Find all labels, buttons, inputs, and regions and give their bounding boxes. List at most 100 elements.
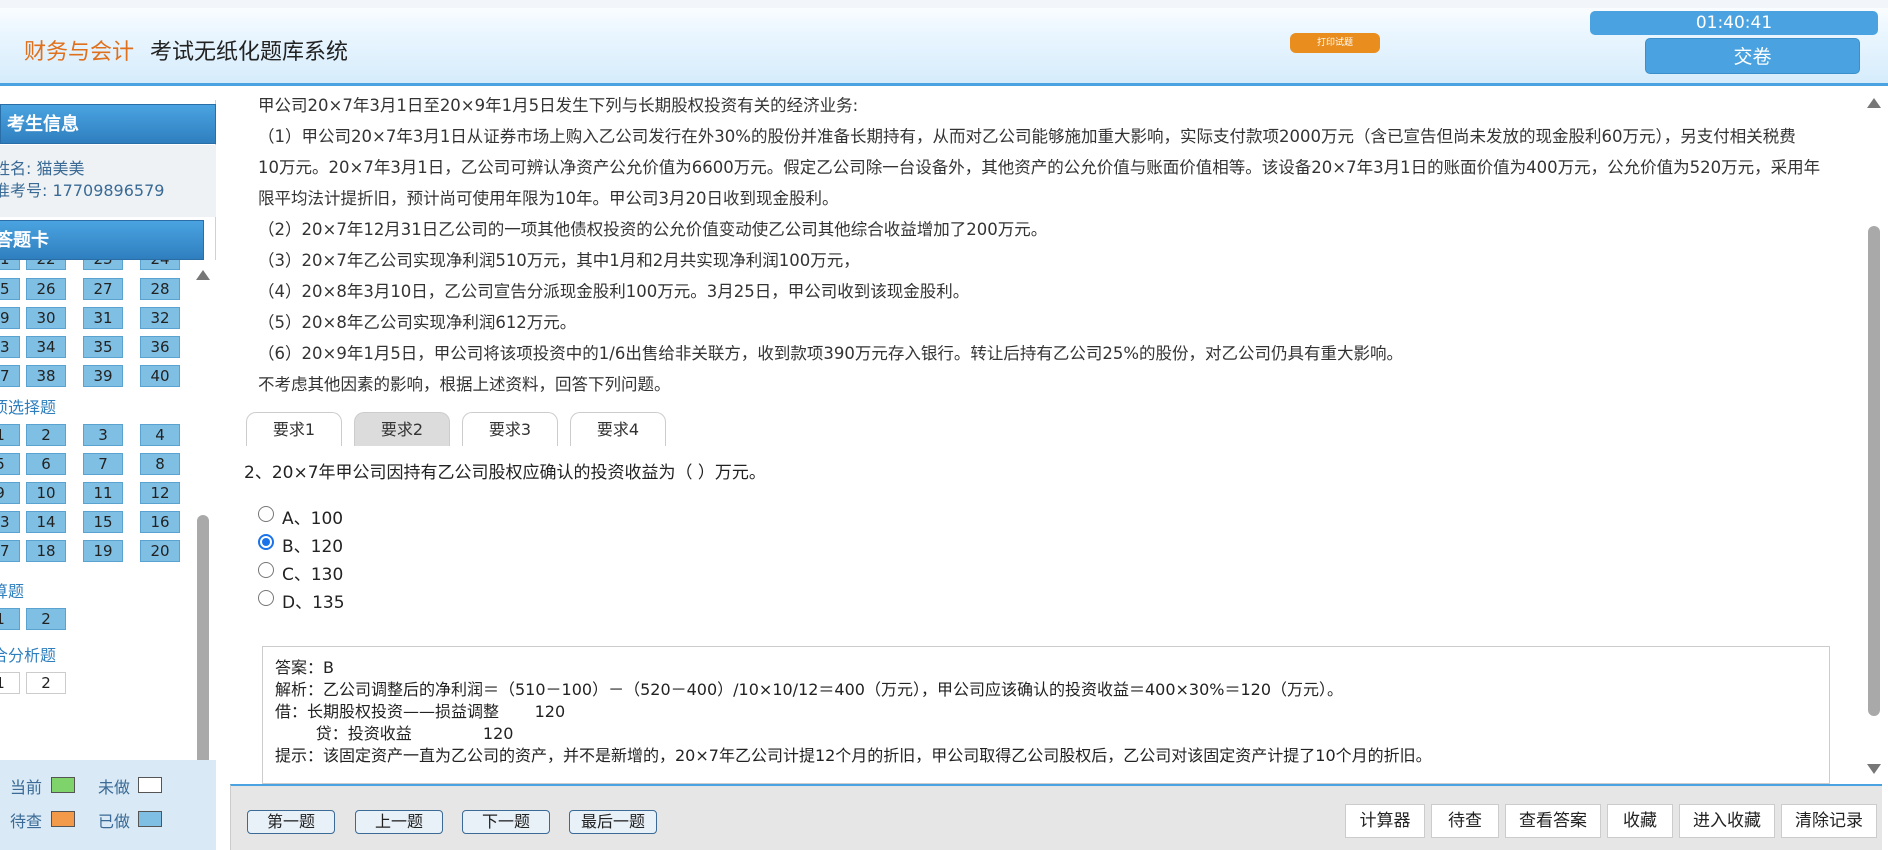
tab-requirement-1[interactable]: 要求1: [246, 412, 342, 446]
answer-card-item[interactable]: 1: [0, 608, 20, 630]
answer-card-item[interactable]: 18: [26, 540, 66, 562]
header-bar: 财务与会计 考试无纸化题库系统 打印试题 01:40:41 交卷: [0, 0, 1888, 86]
main-scroll-down-icon[interactable]: [1867, 764, 1881, 774]
hint-line: 提示：该固定资产一直为乙公司的资产，并不是新增的，20×7年乙公司计提12个月的…: [275, 746, 1432, 765]
answer-card-item[interactable]: 3: [83, 424, 123, 446]
answer-card-item[interactable]: 13: [0, 511, 20, 533]
print-button[interactable]: 打印试题: [1290, 33, 1380, 53]
answer-card-item[interactable]: 6: [26, 453, 66, 475]
answer-card-item[interactable]: 16: [140, 511, 180, 533]
answer-card-item[interactable]: 19: [83, 540, 123, 562]
answer-card-item[interactable]: 25: [0, 278, 20, 300]
stem-line: （3）20×7年乙公司实现净利润510万元，其中1月和2月共实现净利润100万元…: [258, 251, 860, 270]
option-a-radio[interactable]: [258, 506, 274, 522]
stem-line: 10万元。20×7年3月1日，乙公司可辨认净资产公允价值为6600万元。假定乙公…: [258, 158, 1821, 177]
stem-line: （2）20×7年12月31日乙公司的一项其他债权投资的公允价值变动使乙公司其他综…: [258, 220, 1048, 239]
main-scroll-up-icon[interactable]: [1867, 98, 1881, 108]
answer-card-item[interactable]: 39: [83, 365, 123, 387]
stem-line: 限平均法计提折旧，预计尚可使用年限为10年。甲公司3月20日收到现金股利。: [258, 189, 839, 208]
answer-card-item[interactable]: 20: [140, 540, 180, 562]
legend-current-swatch: [51, 777, 75, 793]
answer-card-item[interactable]: 10: [26, 482, 66, 504]
answer-card-item[interactable]: 5: [0, 453, 20, 475]
case-stem: 甲公司20×7年3月1日至20×9年1月5日发生下列与长期股权投资有关的经济业务…: [258, 90, 1888, 400]
answer-card-item[interactable]: 24: [140, 260, 180, 270]
answer-card-item[interactable]: 1: [0, 672, 20, 694]
legend-pending-swatch: [51, 811, 75, 827]
answer-card-item[interactable]: 4: [140, 424, 180, 446]
student-exam-number: 准考号: 17709896579: [0, 181, 165, 200]
question-panel: 甲公司20×7年3月1日至20×9年1月5日发生下列与长期股权投资有关的经济业务…: [216, 86, 1888, 850]
answer-card-item[interactable]: 32: [140, 307, 180, 329]
tab-requirement-3[interactable]: 要求3: [462, 412, 558, 446]
mark-pending-button[interactable]: 待查: [1431, 804, 1499, 838]
first-question-button[interactable]: 第一题: [247, 810, 335, 834]
analysis-line: 解析：乙公司调整后的净利润＝（510－100）－（520－400）/10×10/…: [275, 680, 1344, 699]
left-sidebar: 考生信息 姓名: 猫美美 准考号: 17709896579 答题卡 212223…: [0, 100, 216, 850]
answer-card-item[interactable]: 27: [83, 278, 123, 300]
stem-line: （5）20×8年乙公司实现净利润612万元。: [258, 313, 577, 332]
answer-card-grid: 2122232425262728293031323334353637383940…: [0, 260, 216, 760]
answer-card-header: 答题卡: [0, 220, 204, 260]
answer-card-item[interactable]: 26: [26, 278, 66, 300]
legend-done-swatch: [138, 811, 162, 827]
option-d-radio[interactable]: [258, 590, 274, 606]
answer-card-item[interactable]: 1: [0, 424, 20, 446]
calculator-button[interactable]: 计算器: [1345, 804, 1425, 838]
answer-card-item[interactable]: 14: [26, 511, 66, 533]
answer-card-item[interactable]: 2: [26, 424, 66, 446]
legend-undone-swatch: [138, 777, 162, 793]
answer-card-item[interactable]: 35: [83, 336, 123, 358]
stem-line: （4）20×8年3月10日，乙公司宣告分派现金股利100万元。3月25日，甲公司…: [258, 282, 970, 301]
favorite-button[interactable]: 收藏: [1607, 804, 1673, 838]
scroll-up-icon[interactable]: [196, 270, 210, 280]
prev-question-button[interactable]: 上一题: [355, 810, 443, 834]
answer-card-section-title: 计算题: [0, 582, 25, 601]
answer-card-item[interactable]: 9: [0, 482, 20, 504]
countdown-timer: 01:40:41: [1590, 11, 1878, 35]
credit-entry-line: 贷：投资收益 120: [275, 724, 514, 743]
stem-line: 不考虑其他因素的影响，根据上述资料，回答下列问题。: [258, 375, 671, 394]
answer-card-item[interactable]: 12: [140, 482, 180, 504]
answer-card-title: 答题卡: [0, 230, 49, 251]
answer-card-item[interactable]: 40: [140, 365, 180, 387]
student-info-header: 考生信息: [0, 104, 216, 144]
last-question-button[interactable]: 最后一题: [569, 810, 657, 834]
answer-card-item[interactable]: 28: [140, 278, 180, 300]
answer-card-item[interactable]: 30: [26, 307, 66, 329]
answer-card-item[interactable]: 22: [26, 260, 66, 270]
answer-card-item[interactable]: 17: [0, 540, 20, 562]
answer-card-item[interactable]: 21: [0, 260, 20, 270]
tab-requirement-2[interactable]: 要求2: [354, 412, 450, 446]
submit-exam-button[interactable]: 交卷: [1645, 38, 1860, 74]
answer-card-item[interactable]: 11: [83, 482, 123, 504]
student-info-title: 考生信息: [7, 114, 79, 135]
answer-card-item[interactable]: 2: [26, 672, 66, 694]
view-answer-button[interactable]: 查看答案: [1505, 804, 1601, 838]
answer-card-item[interactable]: 7: [83, 453, 123, 475]
answer-card-item[interactable]: 2: [26, 608, 66, 630]
answer-card-item[interactable]: 36: [140, 336, 180, 358]
answer-card-item[interactable]: 33: [0, 336, 20, 358]
answer-card-item[interactable]: 31: [83, 307, 123, 329]
student-name: 姓名: 猫美美: [0, 159, 85, 178]
answer-card-item[interactable]: 8: [140, 453, 180, 475]
stem-line: （6）20×9年1月5日，甲公司将该项投资中的1/6出售给非关联方，收到款项39…: [258, 344, 1404, 363]
answer-card-item[interactable]: 38: [26, 365, 66, 387]
option-c-radio[interactable]: [258, 562, 274, 578]
answer-card-item[interactable]: 23: [83, 260, 123, 270]
enter-favorites-button[interactable]: 进入收藏: [1679, 804, 1775, 838]
tab-requirement-4[interactable]: 要求4: [570, 412, 666, 446]
answer-card-item[interactable]: 37: [0, 365, 20, 387]
answer-card-item[interactable]: 15: [83, 511, 123, 533]
option-d-label: D、135: [282, 593, 345, 613]
answer-card-item[interactable]: 29: [0, 307, 20, 329]
main-scrollbar[interactable]: [1866, 96, 1882, 774]
stem-line: （1）甲公司20×7年3月1日从证券市场上购入乙公司发行在外30%的股份并准备长…: [258, 127, 1796, 146]
answer-card-item[interactable]: 34: [26, 336, 66, 358]
main-scroll-thumb[interactable]: [1868, 226, 1880, 716]
legend-pending-label: 待查: [10, 812, 43, 831]
clear-records-button[interactable]: 清除记录: [1781, 804, 1877, 838]
next-question-button[interactable]: 下一题: [462, 810, 550, 834]
option-b-radio[interactable]: [258, 534, 274, 550]
